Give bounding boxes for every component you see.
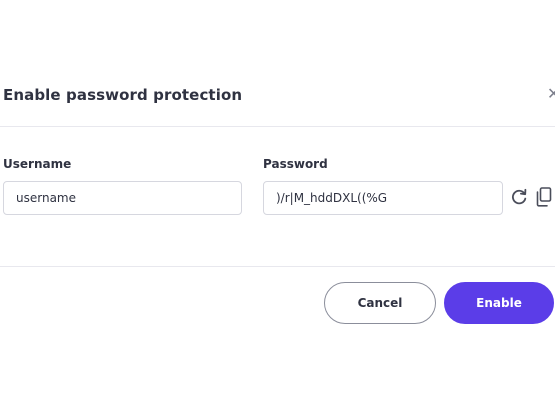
copy-icon[interactable] [534,186,554,208]
username-input[interactable] [3,181,242,215]
password-input[interactable] [263,181,503,215]
refresh-icon[interactable] [509,186,529,208]
password-label: Password [263,157,328,171]
footer-divider [0,266,555,267]
username-label: Username [3,157,72,171]
close-icon[interactable]: ✕ [547,84,555,104]
enable-button[interactable]: Enable [444,282,554,324]
cancel-button[interactable]: Cancel [324,282,436,324]
dialog-header: Enable password protection ✕ [0,70,555,127]
password-protection-dialog: Enable password protection ✕ Username Pa… [0,0,555,400]
dialog-title: Enable password protection [3,86,243,104]
